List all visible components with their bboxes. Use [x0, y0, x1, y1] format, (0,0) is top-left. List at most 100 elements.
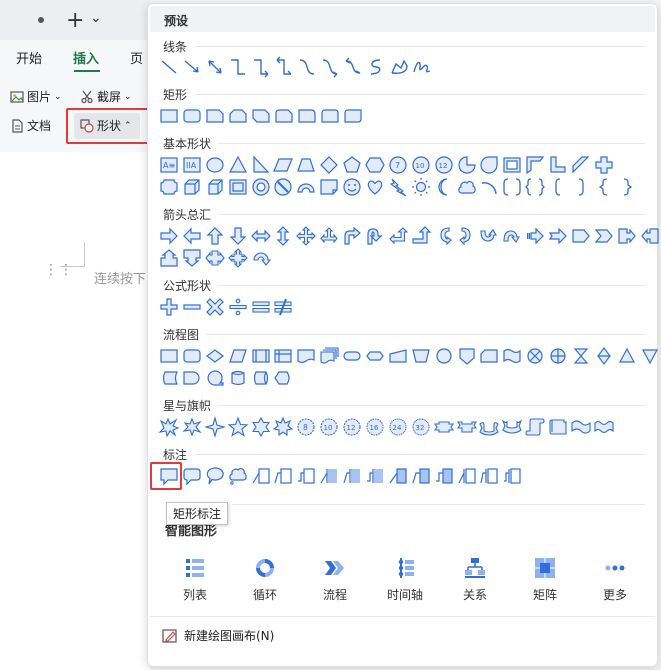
rectangle-callout-shape-icon[interactable]	[158, 465, 180, 487]
l-shape-icon[interactable]	[547, 154, 569, 176]
flowchart-document-icon[interactable]	[295, 345, 317, 367]
accent-callout-2-shape-icon[interactable]	[341, 465, 363, 487]
flowchart-decision-icon[interactable]	[204, 345, 226, 367]
round-same-side-rectangle-shape-icon[interactable]	[319, 105, 341, 127]
line-callout-1-shape-icon[interactable]	[250, 465, 272, 487]
star-24-point-icon[interactable]: 24	[387, 416, 409, 438]
curved-up-ribbon-shape-icon[interactable]	[478, 416, 500, 438]
flowchart-punched-tape-icon[interactable]	[501, 345, 523, 367]
line-callout-2-shape-icon[interactable]	[272, 465, 294, 487]
moon-shape-icon[interactable]	[433, 176, 455, 198]
border-callout-1-shape-icon[interactable]	[387, 465, 409, 487]
star-6-point-icon[interactable]	[250, 416, 272, 438]
flowchart-delay-icon[interactable]	[181, 367, 203, 389]
explosion-2-shape-icon[interactable]	[181, 416, 203, 438]
smart-list-button[interactable]: 列表	[165, 556, 225, 603]
smart-process-button[interactable]: 流程	[305, 556, 365, 603]
smart-more-button[interactable]: 更多	[585, 556, 645, 603]
flowchart-alternate-process-icon[interactable]	[181, 345, 203, 367]
vertical-scroll-shape-icon[interactable]	[524, 416, 546, 438]
can-shape-icon[interactable]	[181, 176, 203, 198]
down-ribbon-shape-icon[interactable]	[456, 416, 478, 438]
curved-up-arrow-shape-icon[interactable]	[478, 225, 500, 247]
line-callout-no-border-1-shape-icon[interactable]	[456, 465, 478, 487]
minus-shape-icon[interactable]	[181, 296, 203, 318]
cloud-shape-icon[interactable]	[456, 176, 478, 198]
tab-page[interactable]: 页	[130, 48, 143, 67]
oval-callout-shape-icon[interactable]	[204, 465, 226, 487]
double-bracket-shape-icon[interactable]	[501, 176, 523, 198]
border-callout-3-shape-icon[interactable]	[433, 465, 455, 487]
smart-matrix-button[interactable]: 矩阵	[515, 556, 575, 603]
new-drawing-canvas-button[interactable]: 新建绘图画布(N)	[162, 627, 274, 644]
flowchart-multidocument-icon[interactable]	[318, 345, 340, 367]
curved-right-arrow-shape-icon[interactable]	[433, 225, 455, 247]
smart-hierarchy-button[interactable]: 关系	[445, 556, 505, 603]
flowchart-summing-junction-icon[interactable]	[524, 345, 546, 367]
line-callout-3-shape-icon[interactable]	[295, 465, 317, 487]
teardrop-shape-icon[interactable]	[478, 154, 500, 176]
accent-callout-3-shape-icon[interactable]	[364, 465, 386, 487]
cube-shape-icon[interactable]	[204, 176, 226, 198]
horizontal-scroll-shape-icon[interactable]	[547, 416, 569, 438]
folded-corner-shape-icon[interactable]	[318, 176, 340, 198]
arc-shape-icon[interactable]	[478, 176, 500, 198]
flowchart-predefined-process-icon[interactable]	[250, 345, 272, 367]
flowchart-stored-data-icon[interactable]	[158, 367, 180, 389]
flowchart-collate-icon[interactable]	[570, 345, 592, 367]
scribble-shape-icon[interactable]	[411, 56, 433, 78]
flowchart-internal-storage-icon[interactable]	[272, 345, 294, 367]
left-arrow-shape-icon[interactable]	[181, 225, 203, 247]
heart-shape-icon[interactable]	[364, 176, 386, 198]
flowchart-card-icon[interactable]	[478, 345, 500, 367]
sun-shape-icon[interactable]	[410, 176, 432, 198]
bent-up-arrow-shape-icon[interactable]	[410, 225, 432, 247]
flowchart-connector-icon[interactable]	[433, 345, 455, 367]
shapes-button[interactable]: 形状 ⌃	[80, 117, 132, 134]
left-up-arrow-shape-icon[interactable]	[387, 225, 409, 247]
donut-shape-icon[interactable]	[250, 176, 272, 198]
arrow-line-shape-icon[interactable]	[181, 56, 203, 78]
oval-shape-icon[interactable]	[204, 154, 226, 176]
up-arrow-callout-shape-icon[interactable]	[158, 247, 180, 269]
star-10-point-icon[interactable]: 10	[318, 416, 340, 438]
snip-same-side-rectangle-shape-icon[interactable]	[227, 105, 249, 127]
flowchart-data-icon[interactable]	[227, 345, 249, 367]
pie-shape-icon[interactable]	[456, 154, 478, 176]
curved-double-arrow-shape-icon[interactable]	[342, 56, 364, 78]
tab-home[interactable]: 开始	[16, 48, 42, 67]
flowchart-process-icon[interactable]	[158, 345, 180, 367]
tab-insert[interactable]: 插入	[73, 48, 99, 67]
double-wave-shape-icon[interactable]	[593, 416, 615, 438]
star-5-point-icon[interactable]	[227, 416, 249, 438]
down-arrow-callout-shape-icon[interactable]	[181, 247, 203, 269]
drag-handle-icon[interactable]: ⋮⋮	[44, 263, 73, 277]
rounded-rectangle-callout-shape-icon[interactable]	[181, 465, 203, 487]
flowchart-terminator-icon[interactable]	[341, 345, 363, 367]
trapezoid-shape-icon[interactable]	[295, 154, 317, 176]
line-callout-no-border-3-shape-icon[interactable]	[501, 465, 523, 487]
star-8-point-icon[interactable]: 8	[295, 416, 317, 438]
tab-close-dot[interactable]	[38, 17, 44, 23]
lightning-bolt-shape-icon[interactable]	[387, 176, 409, 198]
smart-timeline-button[interactable]: 时间轴	[375, 556, 435, 603]
right-bracket-shape-icon[interactable]	[570, 176, 592, 198]
flowchart-merge-icon[interactable]	[639, 345, 661, 367]
double-brace-shape-icon[interactable]	[524, 176, 546, 198]
division-shape-icon[interactable]	[227, 296, 249, 318]
double-arrow-line-shape-icon[interactable]	[204, 56, 226, 78]
pentagon-arrow-shape-icon[interactable]	[570, 225, 592, 247]
flowchart-manual-operation-icon[interactable]	[410, 345, 432, 367]
parallelogram-shape-icon[interactable]	[272, 154, 294, 176]
cross-shape-icon[interactable]	[593, 154, 615, 176]
star-12-point-icon[interactable]: 12	[341, 416, 363, 438]
circular-arrow-shape-icon[interactable]	[250, 247, 272, 269]
document-button[interactable]: 文档	[10, 117, 51, 134]
chevron-arrow-shape-icon[interactable]	[593, 225, 615, 247]
flowchart-sequential-access-icon[interactable]	[204, 367, 226, 389]
bevel-shape-icon[interactable]	[227, 176, 249, 198]
elbow-connector-shape-icon[interactable]	[227, 56, 249, 78]
triangle-shape-icon[interactable]	[227, 154, 249, 176]
decagon-shape-icon[interactable]: 10	[410, 154, 432, 176]
rounded-rectangle-shape-icon[interactable]	[181, 105, 203, 127]
